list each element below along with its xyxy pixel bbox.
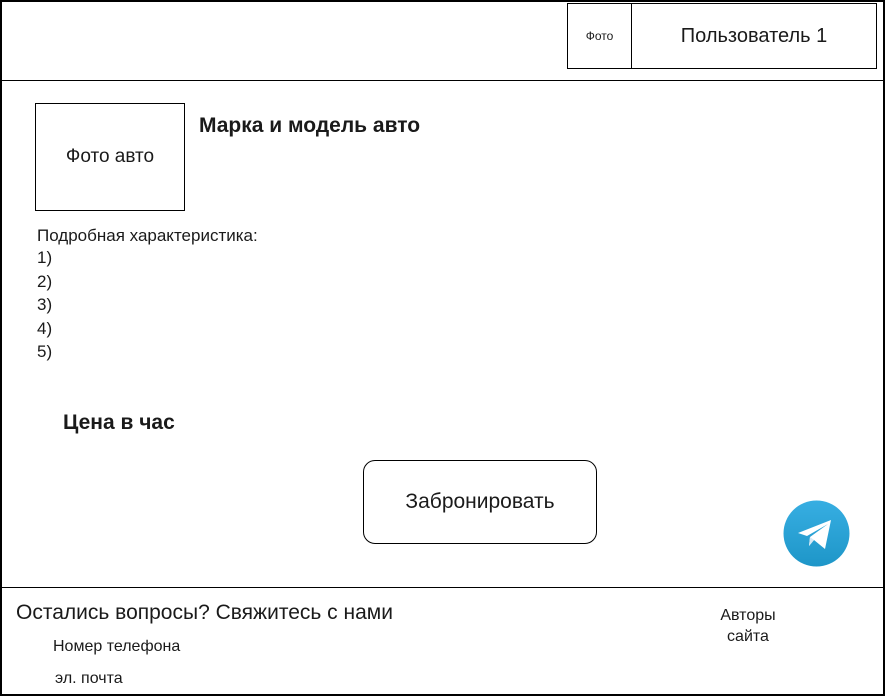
telegram-icon[interactable]	[783, 500, 850, 567]
user-profile[interactable]: Фото Пользователь 1	[567, 3, 877, 69]
user-name[interactable]: Пользователь 1	[632, 4, 876, 68]
price-label: Цена в час	[63, 411, 175, 434]
specs-list: 1) 2) 3) 4) 5)	[37, 246, 52, 364]
footer-title: Остались вопросы? Свяжитесь с нами	[16, 601, 393, 624]
book-button[interactable]: Забронировать	[363, 460, 597, 544]
authors-line: Авторы	[720, 607, 776, 624]
spec-item: 2)	[37, 271, 53, 291]
car-title: Марка и модель авто	[199, 114, 421, 137]
footer-divider	[2, 587, 883, 588]
page-frame: Фото Пользователь 1 Фото авто Марка и мо…	[0, 0, 885, 696]
header-divider	[2, 80, 883, 81]
spec-item: 1)	[37, 248, 53, 267]
spec-item: 4)	[37, 318, 53, 338]
phone-link[interactable]: Номер телефона	[53, 638, 180, 656]
user-avatar[interactable]: Фото	[568, 4, 632, 68]
specs-title: Подробная характеристика:	[37, 226, 258, 245]
spec-item: 3)	[37, 295, 53, 314]
email-link[interactable]: эл. почта	[55, 670, 123, 688]
car-photo: Фото авто	[35, 103, 185, 211]
authors-link[interactable]: Авторы сайта	[702, 605, 794, 647]
spec-item: 5)	[37, 342, 53, 361]
authors-line: сайта	[727, 628, 769, 645]
